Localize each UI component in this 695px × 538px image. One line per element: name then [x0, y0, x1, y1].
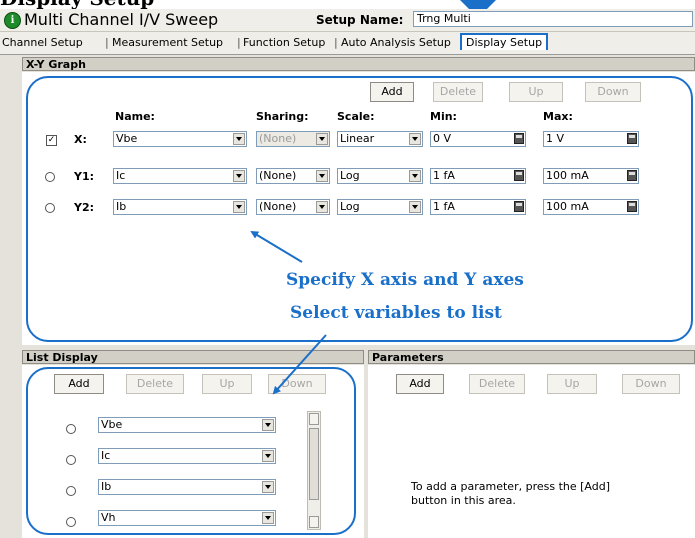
list-display-highlight	[26, 367, 356, 535]
param-delete-button[interactable]: Delete	[469, 374, 525, 394]
tab-separator: |	[334, 36, 338, 49]
window-title: Multi Channel I/V Sweep	[24, 10, 219, 29]
parameters-hint-line1: To add a parameter, press the [Add]	[411, 480, 610, 493]
xy-graph-header: X-Y Graph	[22, 57, 695, 71]
tab-separator: |	[237, 36, 241, 49]
param-up-button[interactable]: Up	[547, 374, 597, 394]
annotation-select-variables: Select variables to list	[290, 303, 502, 323]
tab-function-setup[interactable]: Function Setup	[243, 36, 325, 50]
param-add-button[interactable]: Add	[396, 374, 444, 394]
tab-bar: Channel Setup | Measurement Setup | Func…	[0, 32, 695, 55]
tab-separator: |	[105, 36, 109, 49]
title-bar: i Multi Channel I/V Sweep Setup Name:	[0, 9, 695, 32]
list-display-header: List Display	[22, 350, 364, 364]
annotation-specify-axes: Specify X axis and Y axes	[286, 270, 524, 290]
setup-name-input[interactable]	[413, 11, 693, 27]
setup-name-label: Setup Name:	[316, 13, 404, 27]
parameters-hint-line2: button in this area.	[411, 494, 516, 507]
tab-display-setup[interactable]: Display Setup	[460, 33, 549, 50]
tab-measurement-setup[interactable]: Measurement Setup	[112, 36, 223, 50]
tab-channel-setup[interactable]: Channel Setup	[2, 36, 83, 50]
parameters-header: Parameters	[368, 350, 695, 364]
tab-auto-analysis-setup[interactable]: Auto Analysis Setup	[341, 36, 451, 50]
param-down-button[interactable]: Down	[622, 374, 680, 394]
app-info-icon[interactable]: i	[4, 12, 21, 29]
